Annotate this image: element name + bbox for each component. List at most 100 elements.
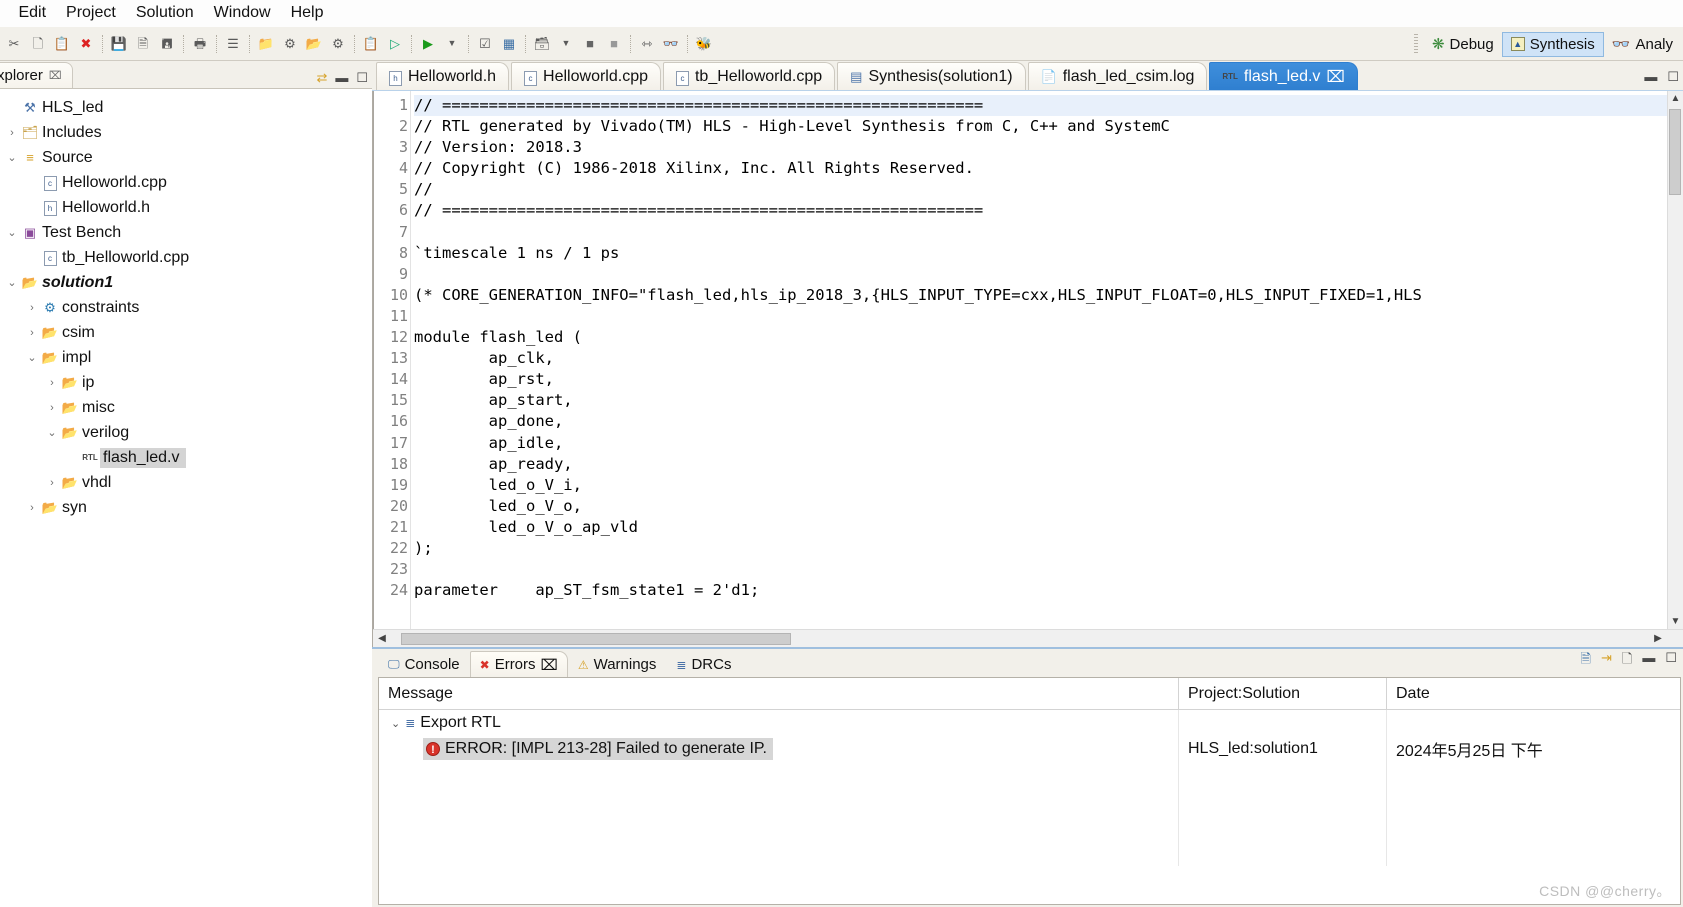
tree-view-icon[interactable]: ☰ <box>222 33 244 55</box>
tree-item-verilog[interactable]: ⌄ 📂 verilog <box>0 420 372 445</box>
check-icon[interactable]: ☑ <box>474 33 496 55</box>
menu-item-window[interactable]: Window <box>204 2 281 24</box>
paste-icon[interactable]: 📋 <box>51 33 73 55</box>
copy-icon[interactable]: 🗋 <box>27 33 49 55</box>
new-console-icon[interactable]: 🗎 <box>1581 650 1591 672</box>
maximize-icon[interactable]: ☐ <box>1667 69 1679 85</box>
pin-console-icon[interactable]: ⇥ <box>1601 650 1612 672</box>
clear-console-icon[interactable]: 🗋 <box>1622 650 1632 672</box>
tree-item-constraints[interactable]: › ⚙ constraints <box>0 295 372 320</box>
menu-item-help[interactable]: Help <box>281 2 334 24</box>
chevron-down-icon[interactable]: ⌄ <box>4 226 20 239</box>
export-rtl-icon[interactable]: 🗃 <box>531 33 553 55</box>
tree-item-solution1[interactable]: ⌄ 📂 solution1 <box>0 270 372 295</box>
scroll-right-icon[interactable]: ▶ <box>1651 633 1665 644</box>
tree-item-ip[interactable]: › 📂 ip <box>0 370 372 395</box>
close-icon[interactable]: ⌧ <box>541 656 558 674</box>
minimize-icon[interactable]: ▬ <box>1642 650 1655 672</box>
errors-table[interactable]: Message Project:Solution Date ⌄ ≣ Export R… <box>378 677 1681 905</box>
chevron-right-icon[interactable]: › <box>4 127 20 139</box>
print-icon[interactable]: 🖶 <box>189 33 211 55</box>
tree-item-misc[interactable]: › 📂 misc <box>0 395 372 420</box>
menu-item-project[interactable]: Project <box>56 2 126 24</box>
scroll-up-icon[interactable]: ▲ <box>1671 93 1681 104</box>
editor-tab-synthesis-solution1-[interactable]: ▤ Synthesis(solution1) <box>837 62 1026 90</box>
tree-item-tb-helloworld-cpp[interactable]: c tb_Helloworld.cpp <box>0 245 372 270</box>
editor-tab-helloworld-cpp[interactable]: c Helloworld.cpp <box>511 62 661 90</box>
console-tab-drcs[interactable]: ≣ DRCs <box>666 651 741 677</box>
maximize-icon[interactable]: ☐ <box>1665 650 1677 672</box>
menu-item-edit[interactable]: Edit <box>8 2 56 24</box>
editor-tab-tb-helloworld-cpp[interactable]: c tb_Helloworld.cpp <box>662 62 836 90</box>
column-header-message[interactable]: Message <box>379 678 1179 709</box>
delete-icon[interactable]: ✖ <box>75 33 97 55</box>
column-header-date[interactable]: Date <box>1387 678 1680 709</box>
chevron-right-icon[interactable]: › <box>24 502 40 514</box>
chevron-down-icon[interactable]: ⌄ <box>4 276 20 289</box>
chevron-right-icon[interactable]: › <box>44 402 60 414</box>
save-all-icon[interactable]: 🖪 <box>156 33 178 55</box>
perspective-analysis[interactable]: 👓 Analy <box>1604 32 1681 56</box>
analysis-glasses-icon[interactable]: 👓 <box>660 33 682 55</box>
menu-item-file-clipped[interactable] <box>0 2 8 24</box>
editor-vertical-scrollbar[interactable]: ▲ ▼ <box>1667 91 1683 629</box>
perspective-grip[interactable] <box>1413 34 1418 54</box>
table-row[interactable]: ⌄ ≣ Export RTL <box>379 710 1680 736</box>
debug-bug-icon[interactable]: 🐝 <box>693 33 715 55</box>
horizontal-scroll-thumb[interactable] <box>401 632 791 645</box>
code-editor[interactable]: 1 2 3 4 5 6 7 8 9 10 11 12 13 14 15 16 17 18 19 20 21 22 23 24 … <box>373 91 1683 629</box>
table-row[interactable]: ! ERROR: [IMPL 213-28] Failed to generate… <box>379 736 1680 762</box>
tree-item-syn[interactable]: › 📂 syn <box>0 495 372 520</box>
editor-horizontal-scrollbar[interactable]: ◀ ▶ <box>373 629 1683 647</box>
export-arrow-icon[interactable]: ▼ <box>555 33 577 55</box>
minimize-icon[interactable]: ▬ <box>1644 69 1657 85</box>
minimize-icon[interactable]: ▬ <box>335 71 348 84</box>
menu-item-solution[interactable]: Solution <box>126 2 204 24</box>
tree-item-source[interactable]: ⌄ ≡ Source <box>0 145 372 170</box>
console-tab-warnings[interactable]: ⚠ Warnings <box>568 651 667 677</box>
scroll-left-icon[interactable]: ◀ <box>375 633 389 644</box>
dropdown-arrow-icon[interactable]: ▼ <box>441 33 463 55</box>
run-icon[interactable]: ▶ <box>417 33 439 55</box>
new-project-icon[interactable]: 📁 <box>255 33 277 55</box>
chevron-right-icon[interactable]: › <box>24 302 40 314</box>
tree-item-flash-led-v[interactable]: RTL flash_led.v <box>0 445 372 470</box>
errors-table-body[interactable]: ⌄ ≣ Export RTL! ERROR: [IMPL 213-28] Failed… <box>379 710 1680 866</box>
step-icon[interactable]: ■ <box>603 33 625 55</box>
save-icon[interactable]: 💾 <box>108 33 130 55</box>
tree-item-hls-led[interactable]: ⚒ HLS_led <box>0 95 372 120</box>
chevron-right-icon[interactable]: › <box>24 327 40 339</box>
export-icon[interactable]: ▷ <box>384 33 406 55</box>
tree-item-csim[interactable]: › 📂 csim <box>0 320 372 345</box>
chevron-down-icon[interactable]: ⌄ <box>4 151 20 164</box>
source-code-text[interactable]: // =====================================… <box>410 91 1667 629</box>
chevron-down-icon[interactable]: ⌄ <box>44 426 60 439</box>
editor-tab-flash-led-csim-log[interactable]: 📄 flash_led_csim.log <box>1027 62 1208 90</box>
close-icon[interactable]: ⌧ <box>1326 67 1344 87</box>
editor-tab-flash-led-v[interactable]: RTL flash_led.v ⌧ <box>1209 62 1358 90</box>
vertical-scroll-thumb[interactable] <box>1669 109 1681 195</box>
step-over-icon[interactable]: ⇿ <box>636 33 658 55</box>
project-explorer-tree[interactable]: ⚒ HLS_led › 🗂 Includes ⌄ ≡ Source c Helloworld.cp… <box>0 89 372 907</box>
cut-icon[interactable]: ✂ <box>3 33 25 55</box>
editor-tab-helloworld-h[interactable]: h Helloworld.h <box>376 62 510 90</box>
tree-item-helloworld-h[interactable]: h Helloworld.h <box>0 195 372 220</box>
chevron-down-icon[interactable]: ⌄ <box>24 351 40 364</box>
tree-item-test-bench[interactable]: ⌄ ▣ Test Bench <box>0 220 372 245</box>
report-icon[interactable]: 📋 <box>360 33 382 55</box>
chevron-right-icon[interactable]: › <box>44 377 60 389</box>
close-icon[interactable]: ⌧ <box>49 69 62 82</box>
chevron-down-icon[interactable]: ⌄ <box>391 717 400 730</box>
scroll-down-icon[interactable]: ▼ <box>1671 616 1681 627</box>
tree-item-impl[interactable]: ⌄ 📂 impl <box>0 345 372 370</box>
save-as-icon[interactable]: 🗎 <box>132 33 154 55</box>
settings-icon[interactable]: ⚙ <box>279 33 301 55</box>
run-csynth-icon[interactable]: ⚙ <box>327 33 349 55</box>
perspective-debug[interactable]: ❋ Debug <box>1424 32 1502 56</box>
console-tab-errors[interactable]: ✖ Errors ⌧ <box>469 651 568 677</box>
tree-item-vhdl[interactable]: › 📂 vhdl <box>0 470 372 495</box>
perspective-synthesis[interactable]: ▲ Synthesis <box>1501 31 1604 57</box>
maximize-icon[interactable]: ☐ <box>356 71 368 84</box>
console-tab-console[interactable]: 🖵 Console <box>378 651 470 677</box>
stop-icon[interactable]: ■ <box>579 33 601 55</box>
